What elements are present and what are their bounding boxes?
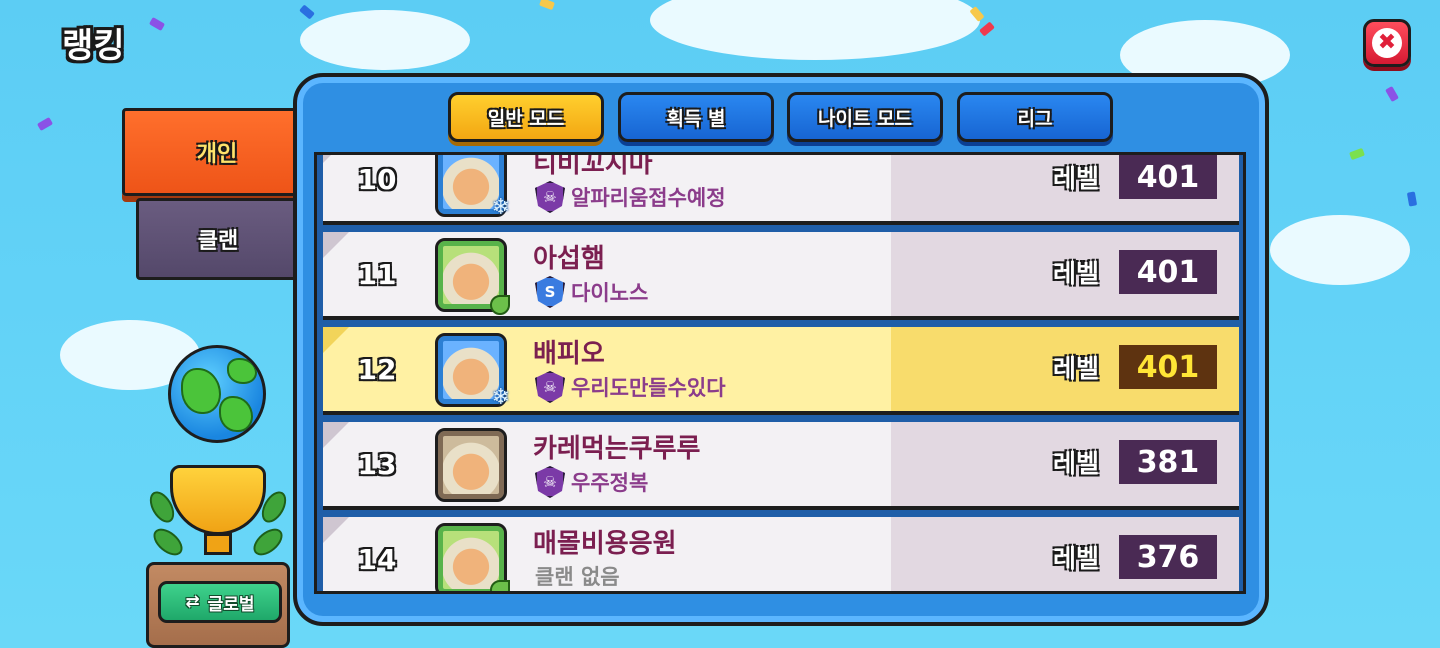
tab-night-mode[interactable]: 나이트 모드 (787, 92, 943, 142)
cloud-decoration (300, 10, 470, 70)
tab-stars-earned[interactable]: 획득 별 (618, 92, 774, 142)
level-label: 레벨 (1053, 259, 1100, 288)
rank-number: 12 (357, 353, 397, 386)
trophy-icon (170, 465, 266, 535)
clan-info: ☠ 우리도만들수있다 (535, 371, 726, 403)
clan-name: 클랜 없음 (535, 565, 620, 589)
page-title: 랭킹 (62, 26, 125, 66)
confetti-decoration (539, 0, 555, 11)
tab-normal-mode[interactable]: 일반 모드 (448, 92, 604, 142)
level-label: 레벨 (1053, 354, 1100, 383)
clan-name: 우주정복 (571, 471, 649, 495)
clan-s-icon: S (535, 276, 565, 308)
ranking-list[interactable]: 10 ❄ 티비꼬지마 ☠ 알파리움접수예정 레벨 401 11 아섭햄 S 다이… (314, 152, 1246, 594)
globe-icon (168, 345, 266, 443)
rank-number: 14 (357, 543, 397, 576)
confetti-decoration (1349, 147, 1365, 161)
player-name: 카레먹는쿠루루 (533, 434, 701, 464)
clan-name: 알파리움접수예정 (571, 186, 726, 210)
confetti-decoration (299, 4, 315, 20)
close-icon: ✖ (1372, 28, 1402, 58)
level-value: 401 (1119, 155, 1217, 199)
level-value: 376 (1119, 535, 1217, 579)
cloud-decoration (1270, 215, 1410, 285)
ranking-row[interactable]: 13 카레먹는쿠루루 ☠ 우주정복 레벨 381 (323, 422, 1239, 510)
tab-clan-label: 클랜 (197, 229, 239, 254)
level-label: 레벨 (1053, 544, 1100, 573)
clan-name: 다이노스 (571, 281, 649, 305)
tab-night-mode-label: 나이트 모드 (817, 107, 912, 130)
player-name: 배피오 (533, 339, 605, 369)
player-name: 아섭햄 (533, 244, 605, 274)
ranking-row[interactable]: 11 아섭햄 S 다이노스 레벨 401 (323, 232, 1239, 320)
tab-league[interactable]: 리그 (957, 92, 1113, 142)
rank-number: 11 (357, 258, 397, 291)
level-value: 381 (1119, 440, 1217, 484)
confetti-decoration (36, 117, 54, 131)
laurel-icon (148, 523, 188, 561)
avatar (435, 428, 507, 502)
rank-number: 13 (357, 448, 397, 481)
tab-personal-label: 개인 (196, 142, 238, 167)
tab-personal[interactable]: 개인 (122, 108, 312, 196)
clan-info: 클랜 없음 (535, 561, 620, 591)
global-button[interactable]: ⇄ 글로벌 (158, 581, 282, 623)
level-value: 401 (1119, 345, 1217, 389)
tab-normal-mode-label: 일반 모드 (487, 107, 565, 130)
ranking-row-self[interactable]: 12 ❄ 배피오 ☠ 우리도만들수있다 레벨 401 (323, 327, 1239, 415)
avatar: ❄ (435, 333, 510, 410)
clan-info: ☠ 알파리움접수예정 (535, 181, 726, 213)
clan-info: S 다이노스 (535, 276, 648, 308)
clan-skull-icon: ☠ (535, 466, 565, 498)
confetti-decoration (979, 21, 995, 37)
leaf-icon (490, 295, 510, 315)
rank-number: 10 (357, 163, 397, 196)
confetti-decoration (1385, 85, 1399, 103)
tab-stars-earned-label: 획득 별 (666, 107, 726, 130)
tab-clan[interactable]: 클랜 (136, 198, 300, 280)
level-label: 레벨 (1053, 449, 1100, 478)
refresh-icon: ⇄ (185, 592, 200, 612)
confetti-decoration (1406, 191, 1418, 207)
clan-name: 우리도만들수있다 (571, 376, 726, 400)
ranking-row[interactable]: 10 ❄ 티비꼬지마 ☠ 알파리움접수예정 레벨 401 (323, 152, 1239, 225)
global-button-label: 글로벌 (207, 594, 255, 615)
avatar: ❄ (435, 155, 510, 220)
avatar (435, 238, 510, 315)
snowflake-icon: ❄ (491, 385, 510, 410)
level-label: 레벨 (1053, 164, 1100, 193)
clan-info: ☠ 우주정복 (535, 466, 648, 498)
clan-skull-icon: ☠ (535, 371, 565, 403)
avatar (435, 523, 510, 591)
level-value: 401 (1119, 250, 1217, 294)
close-button[interactable]: ✖ (1363, 19, 1411, 67)
leaf-icon (490, 580, 510, 591)
player-name: 티비꼬지마 (533, 152, 653, 179)
snowflake-icon: ❄ (491, 195, 510, 220)
laurel-icon (248, 523, 288, 561)
clan-skull-icon: ☠ (535, 181, 565, 213)
player-name: 매몰비용응원 (533, 529, 677, 559)
confetti-decoration (148, 17, 166, 31)
trophy-stem (204, 533, 232, 555)
cloud-decoration (650, 0, 980, 60)
tab-league-label: 리그 (1017, 107, 1053, 130)
ranking-row[interactable]: 14 매몰비용응원 클랜 없음 레벨 376 (323, 517, 1239, 591)
